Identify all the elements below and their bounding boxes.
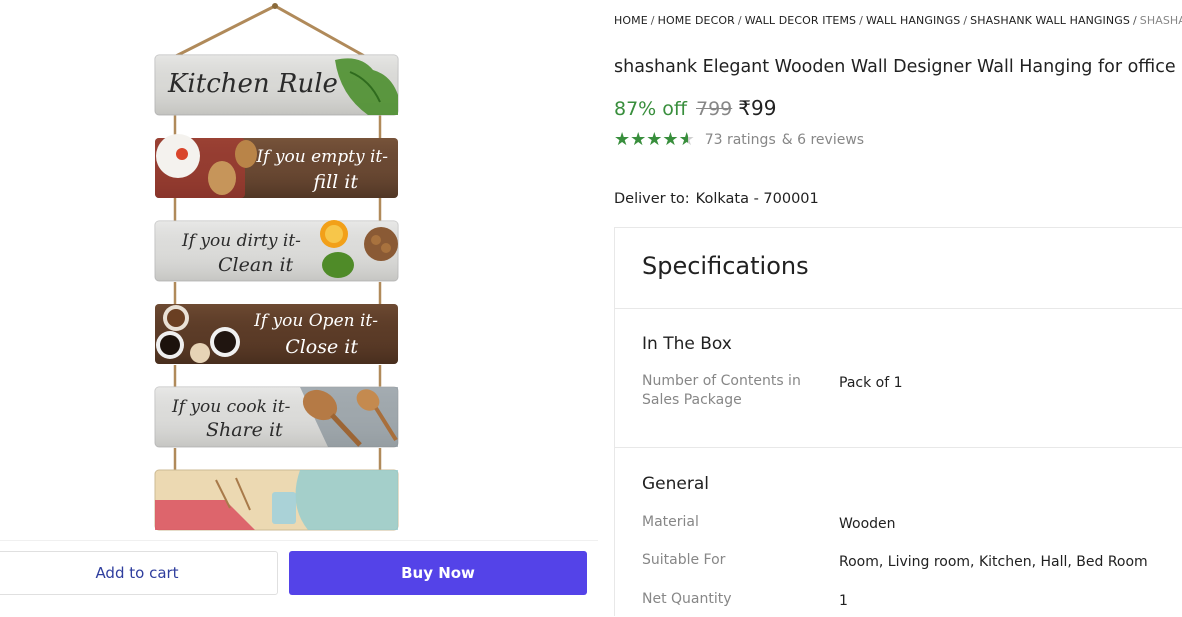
star-icon: ★: [614, 129, 631, 150]
discount-percent: 87% off: [614, 98, 687, 120]
breadcrumb-current: SHASHAN: [1139, 14, 1182, 27]
breadcrumb-home-decor[interactable]: HOME DECOR: [658, 14, 735, 27]
spec-label-suitable-for: Suitable For: [642, 552, 726, 568]
product-title: shashank Elegant Wooden Wall Designer Wa…: [614, 57, 1182, 77]
price-row: 87% off 799 ₹99: [614, 96, 776, 120]
breadcrumb: HOME / HOME DECOR / WALL DECOR ITEMS / WALL HA…: [614, 14, 1182, 27]
product-image: Kitchen Rule If you empty it- fill it If…: [0, 0, 600, 540]
plank-4-line1: If you Open it-: [253, 311, 378, 331]
breadcrumb-shashank-wall-hangings[interactable]: SHASHANK WALL HANGINGS: [970, 14, 1130, 27]
spec-value-net-quantity: 1: [839, 593, 848, 609]
plank-3-line1: If you dirty it-: [181, 231, 301, 251]
ratings-count: 73 ratings: [704, 132, 776, 148]
plank-5-line1: If you cook it-: [171, 397, 291, 417]
nail-icon: [272, 3, 278, 9]
plank-2-line1: If you empty it-: [255, 147, 388, 167]
spec-label-net-quantity: Net Quantity: [642, 591, 732, 607]
deliver-label: Deliver to:: [614, 191, 690, 207]
star-icon: ★: [662, 129, 679, 150]
breadcrumb-separator: /: [859, 14, 863, 27]
breadcrumb-separator: /: [650, 14, 655, 27]
divider: [615, 447, 1182, 448]
spec-group-in-the-box: In The Box: [642, 334, 732, 354]
spec-label-material: Material: [642, 514, 699, 530]
star-icon: ★: [646, 129, 663, 150]
spec-group-general: General: [642, 474, 709, 494]
delivery-location[interactable]: Deliver to: Kolkata - 700001: [614, 191, 819, 207]
plank-illustration: [154, 469, 399, 531]
reviews-count: & 6 reviews: [781, 132, 865, 148]
buy-now-button[interactable]: Buy Now: [289, 551, 587, 595]
spec-value-contents: Pack of 1: [839, 375, 903, 391]
wall-hanging-illustration: Kitchen Rule If you empty it- fill it If…: [154, 3, 399, 531]
breadcrumb-separator: /: [1132, 14, 1137, 27]
original-price: 799: [696, 98, 733, 120]
hanging-rope: [171, 4, 369, 60]
specifications-heading: Specifications: [642, 252, 809, 280]
rating-row[interactable]: ★ ★ ★ ★ ★ 73 ratings & 6 reviews: [614, 131, 864, 149]
spec-value-suitable-for: Room, Living room, Kitchen, Hall, Bed Ro…: [839, 554, 1148, 570]
breadcrumb-home[interactable]: HOME: [614, 14, 648, 27]
spec-label-contents: Number of Contents in Sales Package: [642, 373, 801, 408]
plank-3-line2: Clean it: [218, 254, 294, 276]
spec-value-material: Wooden: [839, 516, 896, 532]
plank-4-line2: Close it: [285, 336, 358, 358]
breadcrumb-wall-hangings[interactable]: WALL HANGINGS: [866, 14, 960, 27]
plank-5-line2: Share it: [206, 419, 283, 441]
divider: [615, 308, 1182, 309]
selling-price: ₹99: [738, 96, 777, 120]
breadcrumb-separator: /: [737, 14, 742, 27]
breadcrumb-separator: /: [963, 14, 968, 27]
breadcrumb-wall-decor-items[interactable]: WALL DECOR ITEMS: [745, 14, 856, 27]
star-rating: ★ ★ ★ ★ ★: [614, 131, 695, 149]
specifications-card: Specifications In The Box Number of Cont…: [614, 227, 1182, 616]
deliver-pincode: Kolkata - 700001: [695, 191, 819, 207]
add-to-cart-button[interactable]: Add to cart: [0, 551, 278, 595]
star-icon: ★: [630, 129, 647, 150]
plank-2-line2: fill it: [311, 171, 358, 193]
plank-1-line1: Kitchen Rule: [167, 69, 338, 99]
star-half-icon: ★: [678, 129, 695, 150]
product-details: HOME / HOME DECOR / WALL DECOR ITEMS / WALL HA…: [614, 0, 1182, 616]
action-bar: Add to cart Buy Now: [0, 540, 598, 617]
